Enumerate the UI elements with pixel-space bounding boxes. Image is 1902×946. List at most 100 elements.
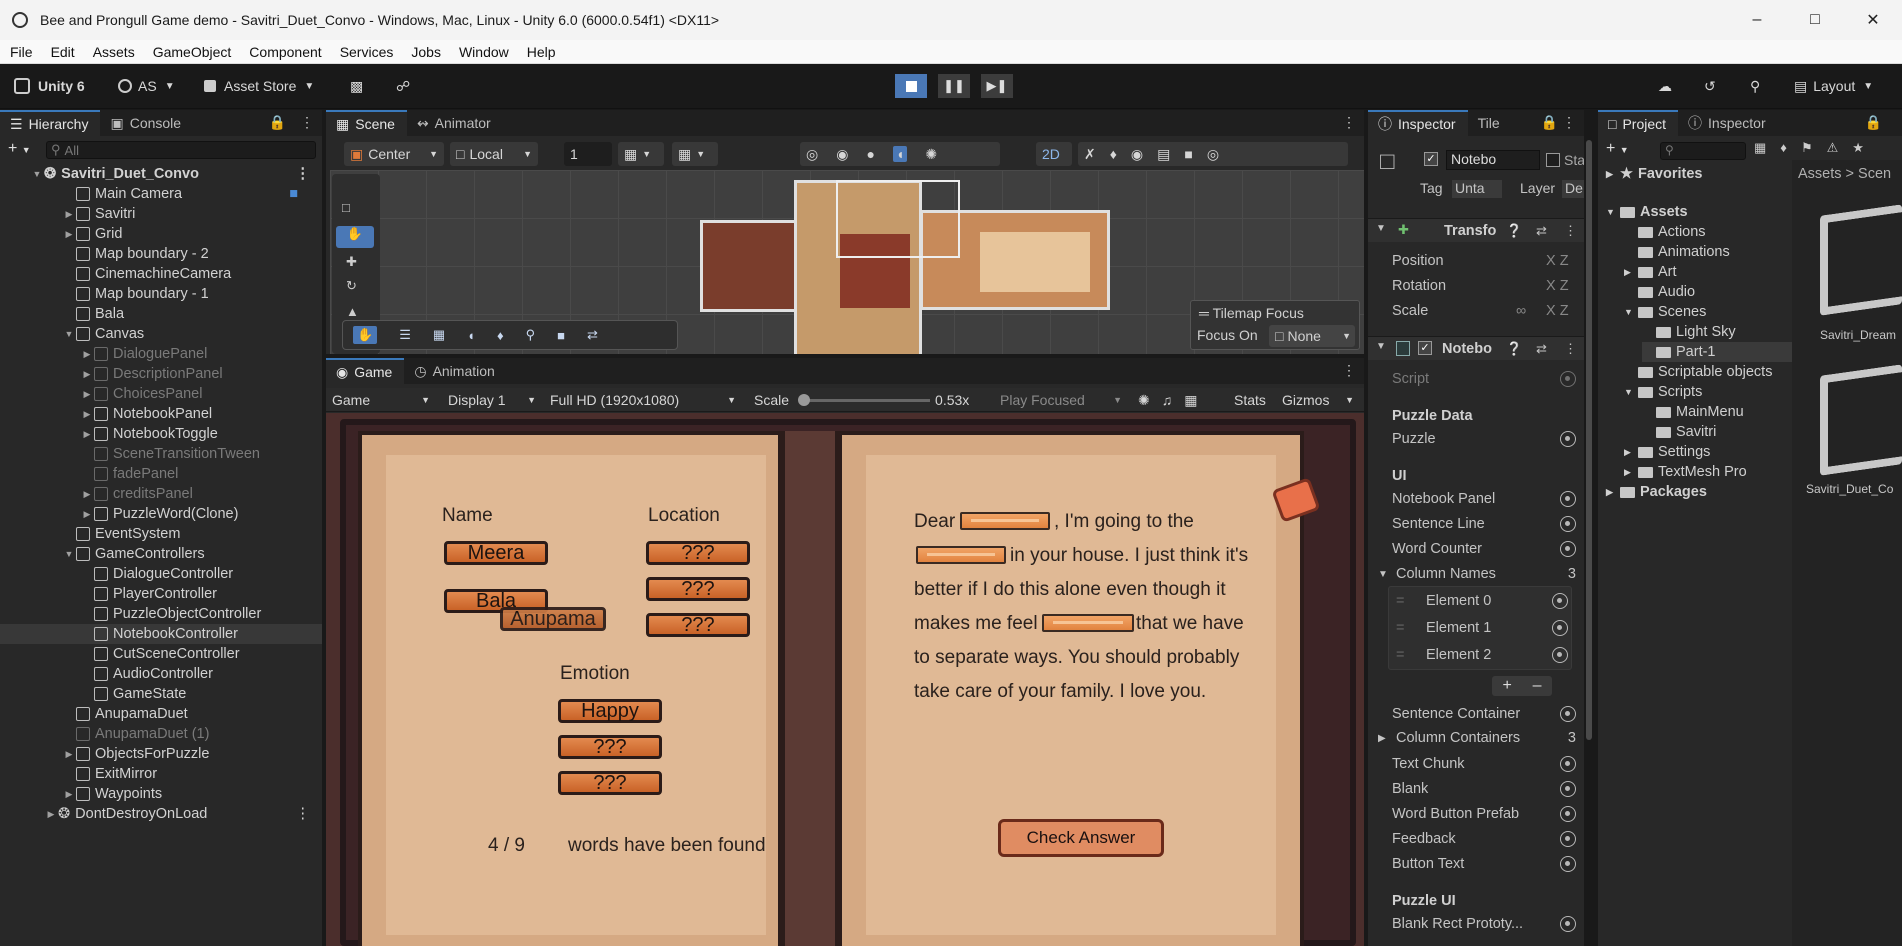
hierarchy-item[interactable]: AnupamaDuet (1)	[0, 724, 322, 744]
transform-header[interactable]: ▼ ✚ Transfo ❔ ⇄ ⋮	[1368, 218, 1584, 242]
create-button[interactable]: + ▼	[8, 140, 31, 158]
expand-arrow-icon[interactable]: ▶	[1624, 267, 1638, 278]
feedback-field[interactable]: Feedback	[1392, 828, 1588, 850]
tab-animator[interactable]: ↭ Animator	[407, 110, 503, 136]
emotion-word-happy[interactable]: Happy	[558, 699, 662, 723]
sentence-line-field[interactable]: Sentence Line	[1392, 513, 1588, 535]
object-picker-icon[interactable]	[1560, 541, 1576, 557]
tab-animation[interactable]: ◷ Animation	[404, 358, 506, 384]
lighting-icon[interactable]: ◖	[892, 146, 908, 162]
grid-snap-button[interactable]: ▦ ▼	[618, 142, 664, 166]
static-checkbox[interactable]	[1546, 153, 1560, 167]
hierarchy-item[interactable]: AnupamaDuet	[0, 704, 322, 724]
lock-icon[interactable]: 🔒	[1541, 114, 1558, 131]
expand-arrow-icon[interactable]: ▶	[44, 809, 58, 820]
project-folder[interactable]: Savitri	[1642, 422, 1716, 442]
globe-icon[interactable]: ◎	[806, 146, 818, 163]
preset-icon[interactable]: ⇄	[1536, 341, 1547, 357]
maximize-button[interactable]: □	[1786, 0, 1844, 40]
expand-arrow-icon[interactable]: ▶	[80, 369, 94, 380]
hierarchy-item[interactable]: ▶ Waypoints	[0, 784, 322, 804]
scene-asset-icon[interactable]	[1820, 364, 1902, 476]
project-folder[interactable]: Audio	[1624, 282, 1695, 302]
project-folder[interactable]: ▼ Scenes	[1624, 302, 1706, 322]
project-folder[interactable]: Light Sky	[1642, 322, 1736, 342]
keyboard-icon[interactable]: ▦	[1184, 392, 1197, 409]
filter-tag-icon[interactable]: ⚑	[1801, 140, 1813, 156]
more-icon[interactable]: ⋮	[300, 114, 314, 131]
tab-tile[interactable]: Tile	[1468, 110, 1512, 136]
hierarchy-item[interactable]: ▶ creditsPanel	[0, 484, 322, 504]
asset-savitri-duet[interactable]: Savitri_Duet_Co	[1806, 482, 1893, 496]
brush-icon[interactable]: ▦	[433, 327, 445, 343]
stop-play-button[interactable]	[895, 74, 927, 98]
scale-slider-thumb[interactable]	[798, 393, 811, 406]
puzzle-field[interactable]: Puzzle	[1392, 428, 1588, 450]
object-picker-icon[interactable]	[1560, 831, 1576, 847]
filter-label-icon[interactable]: ♦	[1780, 140, 1787, 156]
menu-help[interactable]: Help	[518, 44, 565, 60]
hierarchy-item[interactable]: ExitMirror	[0, 764, 322, 784]
hierarchy-item[interactable]: ▼ Canvas	[0, 324, 322, 344]
object-picker-icon[interactable]	[1560, 806, 1576, 822]
expand-arrow-icon[interactable]: ▶	[80, 349, 94, 360]
emotion-word-2[interactable]: ???	[558, 735, 662, 759]
column-containers-count[interactable]: 3	[1568, 730, 1576, 746]
menu-window[interactable]: Window	[450, 44, 518, 60]
object-picker-icon[interactable]	[1560, 516, 1576, 532]
wireframe-icon[interactable]: ◉	[836, 146, 848, 163]
search-icon[interactable]: ⚲	[1750, 74, 1760, 98]
grid-size-input[interactable]: 1	[564, 142, 612, 166]
lock-icon[interactable]: 🔒	[1865, 114, 1882, 131]
tab-console[interactable]: ▣ Console	[100, 110, 193, 136]
hierarchy-item[interactable]: ▶ PuzzleWord(Clone)	[0, 504, 322, 524]
hierarchy-item[interactable]: ▶ DialoguePanel	[0, 344, 322, 364]
component-header[interactable]: ▼ ✓ Notebo ❔ ⇄ ⋮	[1368, 336, 1584, 360]
more-icon[interactable]: ⋮	[1342, 362, 1356, 379]
hand-tool-icon[interactable]: ✋	[336, 226, 374, 248]
tab-hierarchy[interactable]: ☰ Hierarchy	[0, 110, 101, 136]
expand-arrow-icon[interactable]: ▶	[80, 489, 94, 500]
element-2-field[interactable]: = Element 2	[1396, 644, 1576, 666]
preset-icon[interactable]: ⇄	[1536, 223, 1547, 239]
scene-options-toolbar[interactable]: ✗ ♦ ◉ ▤ ■ ◎	[1078, 142, 1348, 166]
hierarchy-item[interactable]: PuzzleObjectController	[0, 604, 322, 624]
object-picker-icon[interactable]	[1560, 756, 1576, 772]
add-element-button[interactable]: +	[1502, 677, 1511, 695]
blank-rect-field[interactable]: Blank Rect Prototy...	[1392, 913, 1588, 935]
scale-tool-icon[interactable]: ▲	[346, 304, 359, 319]
effects-icon[interactable]: ♦	[1110, 146, 1117, 162]
close-button[interactable]: ✕	[1844, 0, 1902, 40]
project-create-button[interactable]: + ▼	[1606, 140, 1629, 158]
project-packages[interactable]: ▶ Packages	[1606, 482, 1707, 502]
history-icon[interactable]: ↺	[1704, 74, 1716, 98]
view-tool-icon[interactable]: □	[342, 200, 350, 215]
object-name-input[interactable]: Notebo	[1446, 150, 1540, 170]
gizmos-icon[interactable]: ◎	[1207, 146, 1219, 163]
expand-arrow-icon[interactable]: ▶	[62, 209, 76, 220]
expand-arrow-icon[interactable]: ▶	[80, 409, 94, 420]
location-word-1[interactable]: ???	[646, 541, 750, 565]
hierarchy-item[interactable]: ▶ NotebookPanel	[0, 404, 322, 424]
more-icon[interactable]: ⋮	[1342, 114, 1356, 131]
debug-icon[interactable]: ✺	[925, 146, 937, 163]
cloud-icon[interactable]: ☁	[1658, 74, 1672, 98]
expand-arrow-icon[interactable]: ▶	[62, 749, 76, 760]
hierarchy-item[interactable]: ▼ GameControllers	[0, 544, 322, 564]
layer-dropdown[interactable]: De	[1562, 180, 1584, 198]
minimize-button[interactable]: –	[1728, 0, 1786, 40]
unity-account-button[interactable]: Unity 6	[14, 74, 85, 98]
object-picker-icon[interactable]	[1560, 706, 1576, 722]
name-word-meera[interactable]: Meera	[444, 541, 548, 565]
project-search-input[interactable]: ⚲	[1660, 142, 1746, 160]
project-assets-root[interactable]: ▼ Assets	[1606, 202, 1688, 222]
display-dropdown[interactable]: Display 1 ▼	[442, 388, 542, 412]
tab-scene[interactable]: ▦ Scene	[326, 110, 407, 136]
hierarchy-item[interactable]: ▶ ObjectsForPuzzle	[0, 744, 322, 764]
project-favorites[interactable]: ▶ ★ Favorites	[1606, 164, 1702, 184]
more-icon[interactable]: ⋮	[296, 166, 311, 182]
menu-edit[interactable]: Edit	[42, 44, 84, 60]
more-icon[interactable]: ⋮	[296, 806, 311, 822]
menu-gameobject[interactable]: GameObject	[144, 44, 241, 60]
hierarchy-item[interactable]: Map boundary - 1	[0, 284, 322, 304]
